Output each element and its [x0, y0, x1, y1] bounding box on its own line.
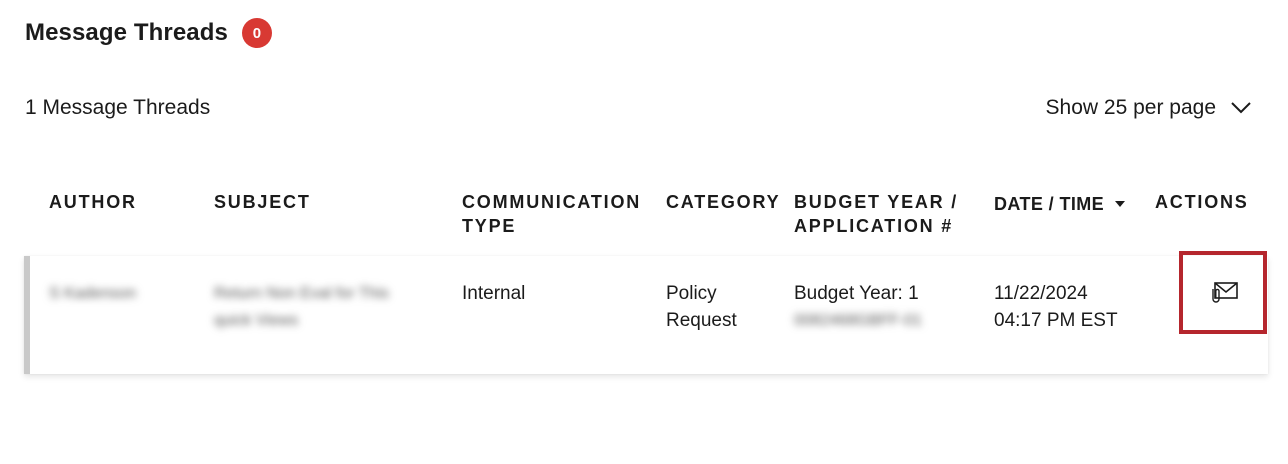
column-header-actions: ACTIONS — [1155, 192, 1249, 212]
column-header-category: CATEGORY — [666, 192, 781, 212]
column-header-communication-type: COMMUNICATION TYPE — [462, 192, 642, 236]
results-bar: 1 Message Threads Show 25 per page — [25, 96, 1252, 120]
sort-caret-down-icon — [1115, 201, 1126, 207]
column-header-date-time[interactable]: DATE / TIME — [994, 192, 1126, 216]
row-communication-type: Internal — [462, 283, 526, 304]
page-header: Message Threads 0 — [25, 18, 272, 48]
results-count: 1 Message Threads — [25, 96, 211, 119]
thread-count-badge: 0 — [241, 18, 272, 48]
column-header-budget-year: BUDGET YEAR / APPLICATION # — [794, 192, 959, 236]
column-header-subject: SUBJECT — [214, 192, 311, 212]
per-page-select[interactable]: Show 25 per page — [1046, 96, 1252, 120]
row-budget-year: Budget Year: 1 0082468GBFF-01 — [794, 280, 922, 334]
open-message-button[interactable] — [1179, 251, 1267, 334]
per-page-label: Show 25 per page — [1045, 96, 1216, 119]
chevron-down-icon — [1231, 102, 1251, 114]
row-application-number: 0082468GBFF-01 — [794, 312, 923, 329]
row-subject[interactable]: Return Non Eval for This quick Views — [214, 280, 389, 334]
row-date-time: 11/22/2024 04:17 PM EST — [994, 283, 1118, 331]
message-threads-page: Message Threads 0 1 Message Threads Show… — [0, 0, 1288, 464]
row-category: Policy Request — [666, 283, 737, 331]
page-title: Message Threads — [25, 19, 228, 46]
column-header-author: AUTHOR — [49, 192, 137, 212]
row-author: S Kadenson — [49, 285, 137, 302]
envelope-attachment-icon — [1212, 281, 1238, 303]
